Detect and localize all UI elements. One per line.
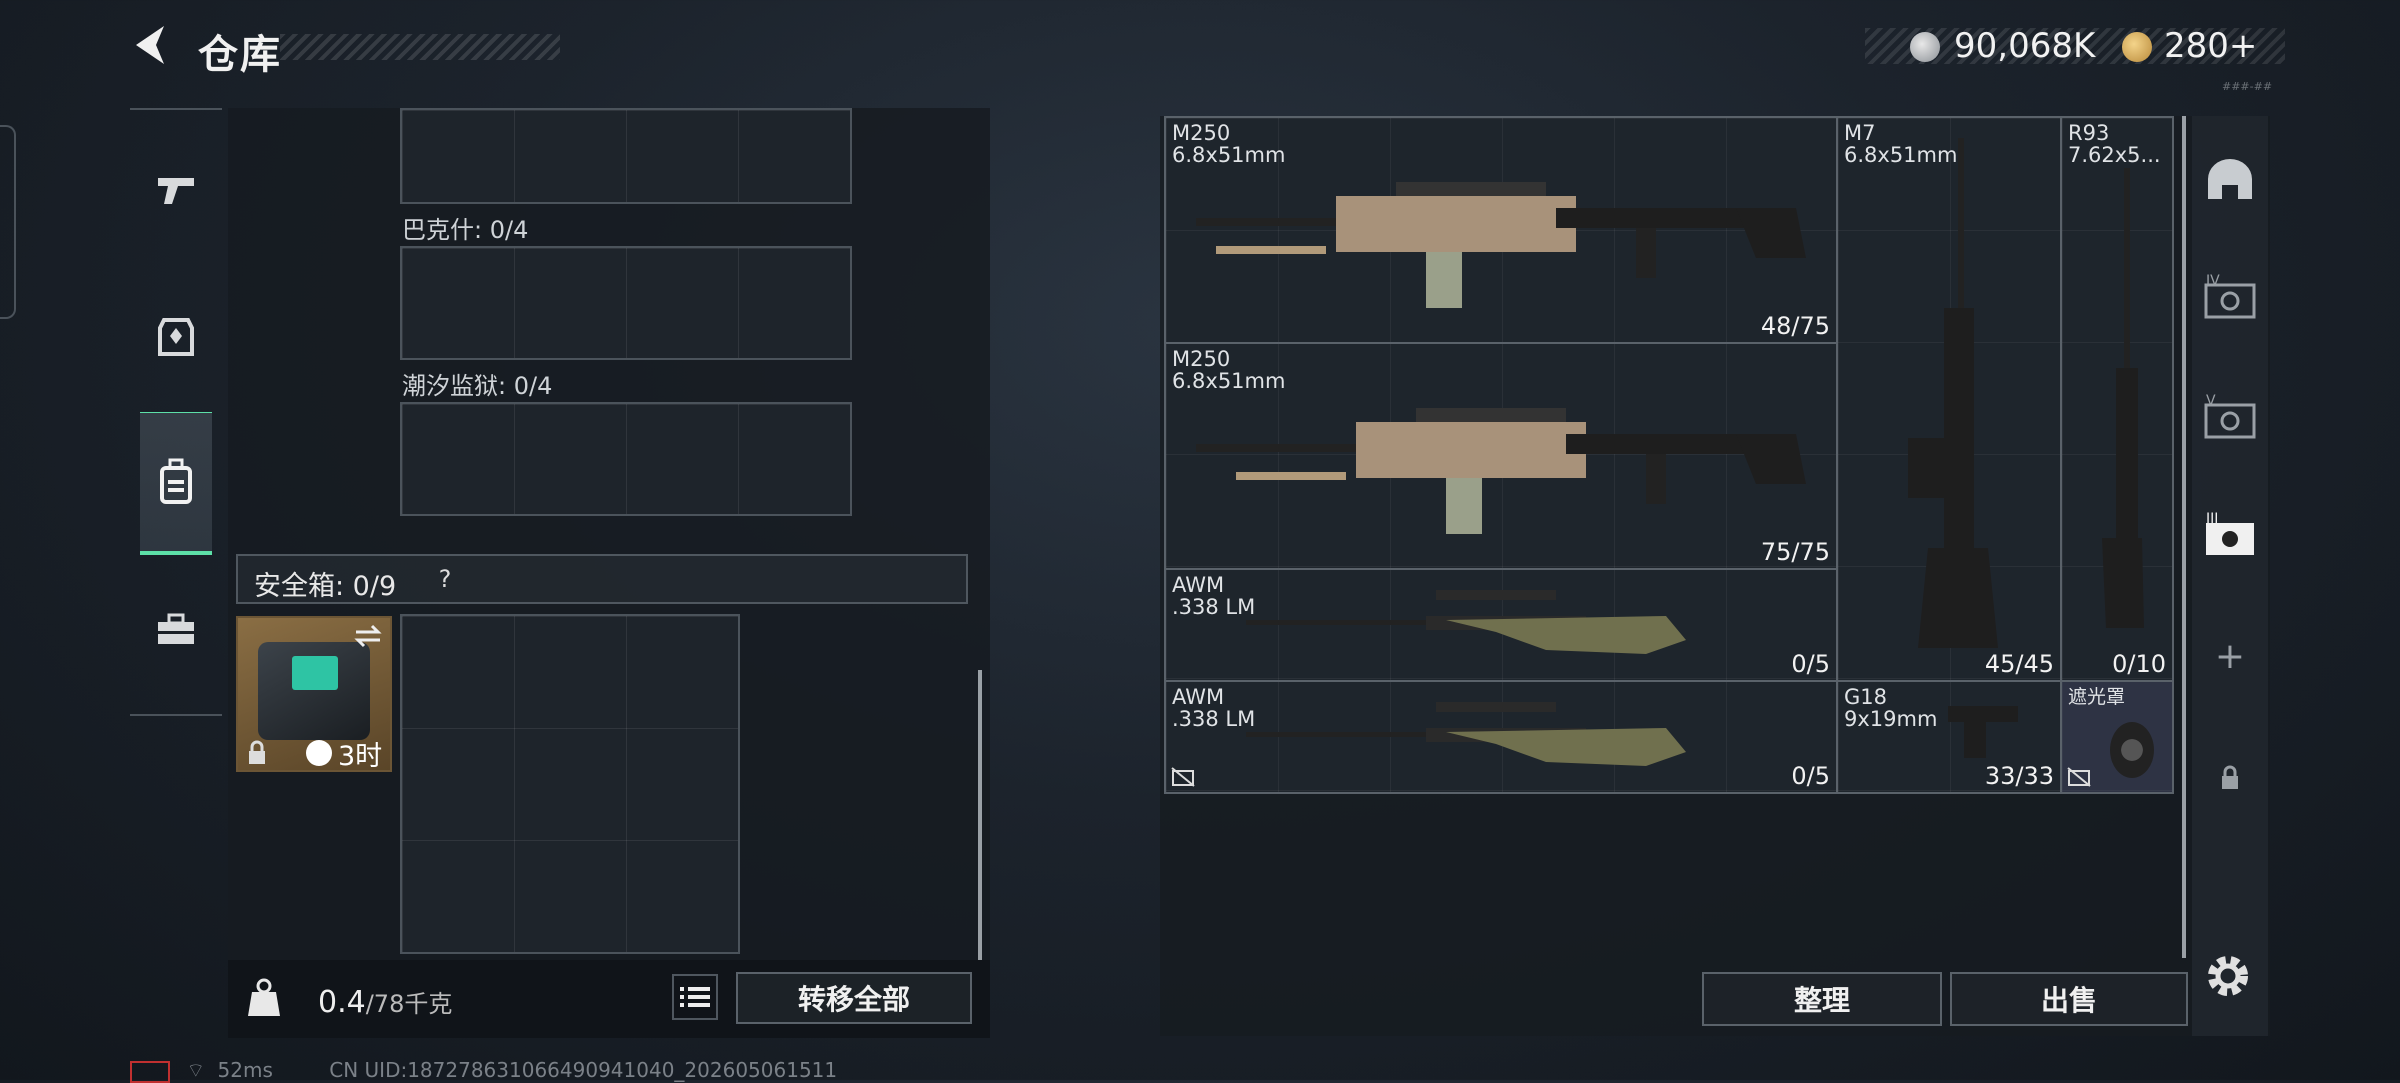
weight-icon: [248, 978, 280, 1016]
lens-hood-image: [2110, 722, 2154, 778]
svg-text:III: III: [2206, 511, 2218, 527]
stash-page-v[interactable]: V: [2198, 384, 2262, 448]
stash-page-helmet[interactable]: [2198, 148, 2262, 212]
item-name: G18 9x19mm: [1844, 685, 1938, 731]
tier-v-icon: V: [2204, 393, 2256, 439]
gold-coin-icon: [2122, 32, 2152, 62]
tier-iv-icon: IV: [2204, 273, 2256, 319]
add-icon: +: [2214, 635, 2246, 677]
m250-image: [1196, 408, 1806, 534]
ammo-count: 0/5: [1791, 762, 1830, 790]
title-decoration: [280, 34, 560, 60]
item-name: 遮光罩: [2068, 686, 2126, 708]
transfer-all-button[interactable]: 转移全部: [736, 972, 972, 1024]
no-insure-icon: [1171, 767, 1195, 787]
tab-toolbox[interactable]: [140, 594, 212, 666]
back-arrow-icon[interactable]: [128, 22, 174, 68]
svg-text:IV: IV: [2206, 273, 2220, 289]
safe-box-label: 安全箱: 0/9: [254, 571, 397, 602]
list-icon: [680, 987, 710, 1007]
sell-button[interactable]: 出售: [1950, 972, 2188, 1026]
m250-image: [1196, 182, 1806, 308]
container-scrollbar[interactable]: [978, 670, 982, 960]
tab-armor[interactable]: [140, 300, 212, 372]
stash-item-m250-2[interactable]: M250 6.8x51mm 75/75: [1164, 342, 1838, 570]
help-icon[interactable]: ?: [428, 562, 462, 596]
stash-item-awm-2[interactable]: AWM .338 LM 0/5: [1164, 680, 1838, 794]
page-title: 仓库: [198, 32, 282, 78]
swap-icon[interactable]: [352, 622, 384, 650]
ammo-count: 0/10: [2112, 650, 2166, 678]
stash-scrollbar[interactable]: [2182, 116, 2186, 958]
r93-image: [2102, 168, 2144, 628]
status-bar: ⌔ 52ms CN UID:187278631066490941040_2026…: [130, 1058, 837, 1083]
weight-current: 0.4: [318, 985, 366, 1020]
currency-silver-amount: 90,068K: [1954, 26, 2096, 66]
clock-icon: [306, 740, 332, 766]
chaoxi-grid[interactable]: [400, 402, 852, 516]
safe-box-grid[interactable]: [400, 614, 740, 954]
bakeshi-grid[interactable]: [400, 246, 852, 360]
lock-icon: [249, 740, 265, 764]
ammo-count: 45/45: [1984, 650, 2054, 678]
awm-image: [1246, 590, 1686, 654]
gear-icon[interactable]: [2200, 948, 2256, 1004]
ping-text: 52ms: [217, 1058, 273, 1082]
toolbox-icon: [158, 613, 194, 644]
backpack-icon: [160, 458, 192, 504]
pistol-icon: [158, 178, 194, 204]
case-latch: [292, 656, 338, 690]
container-grid-top[interactable]: [400, 108, 852, 204]
no-insure-icon: [2067, 767, 2091, 787]
item-name: AWM .338 LM: [1172, 685, 1256, 731]
locked-page[interactable]: [2198, 746, 2262, 810]
currency-gold-amount[interactable]: 280+: [2164, 26, 2257, 66]
lock-icon: [2222, 765, 2238, 789]
m7-image: [1908, 138, 1998, 648]
bakeshi-label: 巴克什: 0/4: [402, 216, 529, 244]
item-name: R93 7.62x5...: [2068, 121, 2161, 167]
tab-backpack[interactable]: [140, 446, 212, 518]
helmet-icon: [2208, 159, 2252, 199]
add-page-button[interactable]: +: [2198, 624, 2262, 688]
uid-text: CN UID:187278631066490941040_20260506151…: [329, 1058, 838, 1082]
weight-readout: 0.4/78千克: [318, 984, 452, 1020]
stash-item-awm-1[interactable]: AWM .338 LM 0/5: [1164, 568, 1838, 682]
ammo-count: 75/75: [1760, 538, 1830, 566]
silver-coin-icon: [1910, 32, 1940, 62]
stash-item-lens-hood[interactable]: 遮光罩: [2060, 680, 2174, 794]
awm-image: [1246, 702, 1686, 766]
stash-item-r93[interactable]: R93 7.62x5... 0/10: [2060, 116, 2174, 682]
stash-page-rail: [2192, 116, 2268, 1036]
list-view-button[interactable]: [672, 974, 718, 1020]
armor-icon: [158, 318, 194, 356]
chaoxi-label: 潮汐监狱: 0/4: [402, 372, 553, 400]
ammo-count: 33/33: [1984, 762, 2054, 790]
side-drawer-handle[interactable]: [0, 125, 16, 319]
tab-weapons[interactable]: [140, 154, 212, 226]
stash-page-iii[interactable]: III: [2198, 502, 2262, 566]
ammo-count: 0/5: [1791, 650, 1830, 678]
weight-max: /78千克: [365, 990, 453, 1018]
stash-item-m7[interactable]: M7 6.8x51mm 45/45: [1836, 116, 2062, 682]
stash-item-m250-1[interactable]: M250 6.8x51mm 48/75: [1164, 116, 1838, 344]
wifi-icon: ⌔: [186, 1058, 206, 1082]
battery-icon: [130, 1060, 170, 1083]
version-text: ###-##: [2222, 80, 2273, 93]
g18-image: [1948, 706, 2018, 758]
ammo-count: 48/75: [1760, 312, 1830, 340]
svg-text:V: V: [2206, 393, 2216, 409]
stash-item-g18[interactable]: G18 9x19mm 33/33: [1836, 680, 2062, 794]
item-name: AWM .338 LM: [1172, 573, 1256, 619]
stash-page-iv[interactable]: IV: [2198, 264, 2262, 328]
tier-iii-icon: III: [2206, 511, 2254, 555]
sort-button[interactable]: 整理: [1702, 972, 1942, 1026]
case-time-remaining: 3时: [338, 741, 383, 772]
